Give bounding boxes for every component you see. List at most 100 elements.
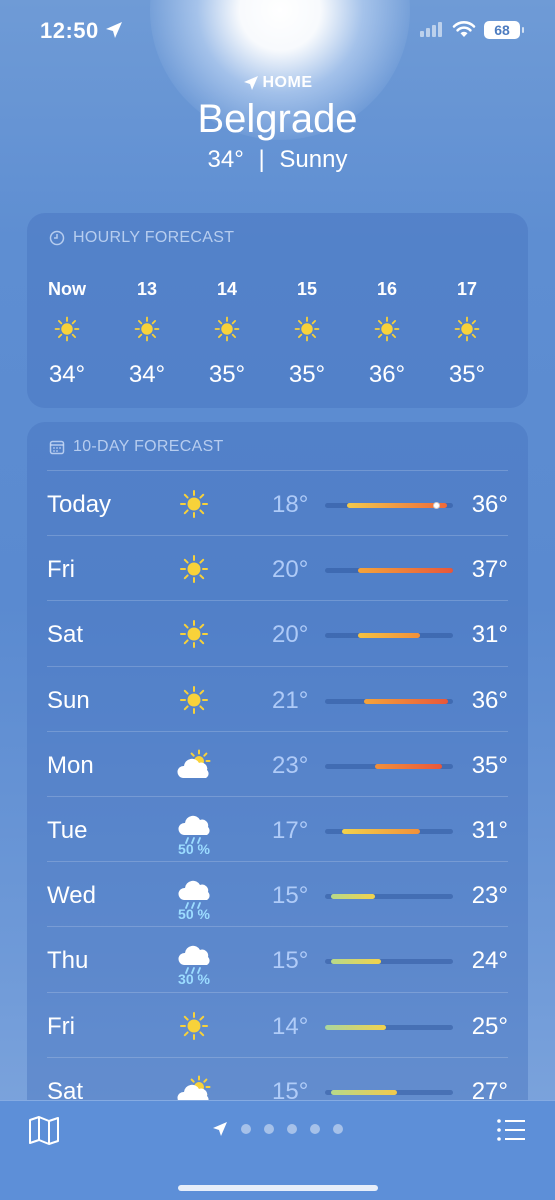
page-dot[interactable] bbox=[264, 1124, 274, 1134]
sun-icon bbox=[294, 316, 320, 342]
temp-range-bar bbox=[364, 698, 448, 704]
page-dot[interactable] bbox=[287, 1124, 297, 1134]
high-temp: 35° bbox=[471, 751, 508, 779]
temp-range-track bbox=[325, 959, 453, 965]
low-temp: 14° bbox=[272, 1012, 309, 1040]
hour-label: 14 bbox=[216, 279, 238, 299]
sun-icon bbox=[180, 1011, 208, 1040]
temp-range-bar bbox=[341, 828, 420, 834]
wifi-icon bbox=[452, 21, 476, 37]
hourly-title-text: HOURLY FORECAST bbox=[73, 229, 235, 246]
temp-range-bar bbox=[325, 1024, 387, 1030]
daily-row[interactable]: Sun 21° 36° bbox=[47, 665, 508, 731]
sun-icon bbox=[454, 316, 480, 342]
location-arrow-icon bbox=[213, 1122, 227, 1136]
hourly-item: 16 36° bbox=[357, 279, 417, 389]
temp-range-bar bbox=[358, 568, 453, 574]
sun-icon bbox=[180, 685, 208, 714]
day-label: Today bbox=[47, 491, 112, 518]
status-time: 12:50 bbox=[40, 18, 99, 43]
page-indicator[interactable] bbox=[212, 1121, 343, 1137]
daily-list: Today 18° 36° Fri 20° 37° Sat 20° 31° Sun 21° 36° Mo… bbox=[27, 470, 528, 1122]
precip-chance: 50 % bbox=[178, 906, 210, 923]
partly-cloudy-icon bbox=[177, 749, 211, 778]
temp-range-bar bbox=[330, 1089, 398, 1095]
current-temp: 34° bbox=[207, 146, 244, 173]
low-temp: 21° bbox=[272, 686, 309, 714]
city-name: Belgrade bbox=[197, 97, 358, 141]
low-temp: 18° bbox=[272, 491, 309, 518]
hour-label: 18 bbox=[517, 279, 528, 300]
page-dot[interactable] bbox=[310, 1124, 320, 1134]
high-temp: 36° bbox=[471, 491, 508, 518]
temp-range-track bbox=[325, 1089, 453, 1095]
battery-indicator: 68 bbox=[484, 21, 524, 39]
sun-icon bbox=[134, 316, 160, 342]
hour-temp: 35° bbox=[208, 361, 246, 388]
ten-day-forecast-card[interactable]: 10-DAY FORECAST Today 18° 36° Fri 20° 37° Sat 2… bbox=[27, 422, 528, 1122]
page-dot[interactable] bbox=[241, 1124, 251, 1134]
high-temp: 23° bbox=[471, 882, 508, 910]
temp-range-track bbox=[325, 763, 453, 769]
location-arrow-icon bbox=[106, 22, 122, 38]
hourly-forecast-card[interactable]: HOURLY FORECAST Now 34° 13 34° 14 35° 15 35° 16 3… bbox=[27, 213, 528, 408]
hourly-list[interactable]: Now 34° 13 34° 14 35° 15 35° 16 36° 17 35° 18 3 bbox=[27, 279, 528, 399]
temp-range-track bbox=[325, 568, 453, 574]
daily-row[interactable]: Fri 20° 37° bbox=[47, 535, 508, 600]
hour-label: 15 bbox=[296, 279, 318, 299]
hour-label: Now bbox=[48, 279, 86, 299]
low-temp: 15° bbox=[272, 947, 309, 975]
current-temp-dot bbox=[432, 502, 440, 509]
hour-temp: 36° bbox=[368, 361, 406, 388]
sun-icon bbox=[180, 490, 208, 518]
daily-row[interactable]: Fri 14° 25° bbox=[47, 991, 508, 1057]
high-temp: 24° bbox=[471, 947, 508, 975]
sun-icon bbox=[180, 555, 208, 584]
day-label: Thu bbox=[47, 947, 89, 975]
location-arrow-icon bbox=[243, 76, 258, 90]
list-icon[interactable] bbox=[496, 1117, 526, 1143]
daily-row[interactable]: Today 18° 36° bbox=[47, 470, 508, 535]
sun-icon bbox=[54, 316, 80, 342]
daily-row[interactable]: Tue 50 % 17° 31° bbox=[47, 795, 508, 861]
high-temp: 36° bbox=[471, 686, 508, 714]
daily-row[interactable]: Mon 23° 35° bbox=[47, 730, 508, 796]
home-tag: HOME bbox=[0, 74, 555, 92]
hour-label: 13 bbox=[136, 279, 158, 299]
temp-range-bar bbox=[375, 763, 442, 769]
temp-range-bar bbox=[358, 633, 420, 639]
current-conditions: 34° | Sunny bbox=[0, 146, 555, 174]
day-label: Tue bbox=[47, 816, 88, 844]
hourly-item: Now 34° bbox=[37, 279, 97, 389]
low-temp: 15° bbox=[272, 882, 309, 910]
page-dot[interactable] bbox=[333, 1124, 343, 1134]
precip-chance: 30 % bbox=[178, 971, 210, 988]
temp-range-track bbox=[325, 698, 453, 704]
day-label: Sat bbox=[47, 621, 84, 649]
high-temp: 31° bbox=[471, 816, 508, 844]
daily-row[interactable]: Thu 30 % 15° 24° bbox=[47, 926, 508, 991]
daily-row[interactable]: Wed 50 % 15° 23° bbox=[47, 861, 508, 926]
hourly-item: 17 35° bbox=[437, 279, 497, 389]
high-temp: 25° bbox=[471, 1012, 508, 1040]
daily-row[interactable]: Sat 20° 31° bbox=[47, 600, 508, 665]
home-label: HOME bbox=[262, 74, 313, 91]
sun-icon bbox=[214, 316, 240, 342]
hour-label: 16 bbox=[376, 279, 398, 299]
current-condition: Sunny bbox=[279, 146, 348, 173]
status-bar: 12:50 68 bbox=[0, 0, 555, 60]
clock-icon bbox=[49, 230, 65, 246]
home-indicator[interactable] bbox=[178, 1185, 378, 1191]
temp-range-track bbox=[325, 828, 453, 834]
low-temp: 20° bbox=[272, 556, 309, 584]
high-temp: 37° bbox=[471, 556, 508, 584]
map-icon[interactable] bbox=[28, 1115, 60, 1145]
hour-temp: 34° bbox=[48, 361, 86, 388]
calendar-icon bbox=[49, 440, 65, 455]
hourly-forecast-title: HOURLY FORECAST bbox=[27, 213, 528, 247]
conditions-separator: | bbox=[258, 146, 265, 173]
hour-temp: 34° bbox=[128, 361, 166, 388]
sun-icon bbox=[180, 620, 208, 649]
hour-label: 17 bbox=[456, 279, 478, 299]
hourly-item: 18 3 bbox=[517, 279, 528, 389]
